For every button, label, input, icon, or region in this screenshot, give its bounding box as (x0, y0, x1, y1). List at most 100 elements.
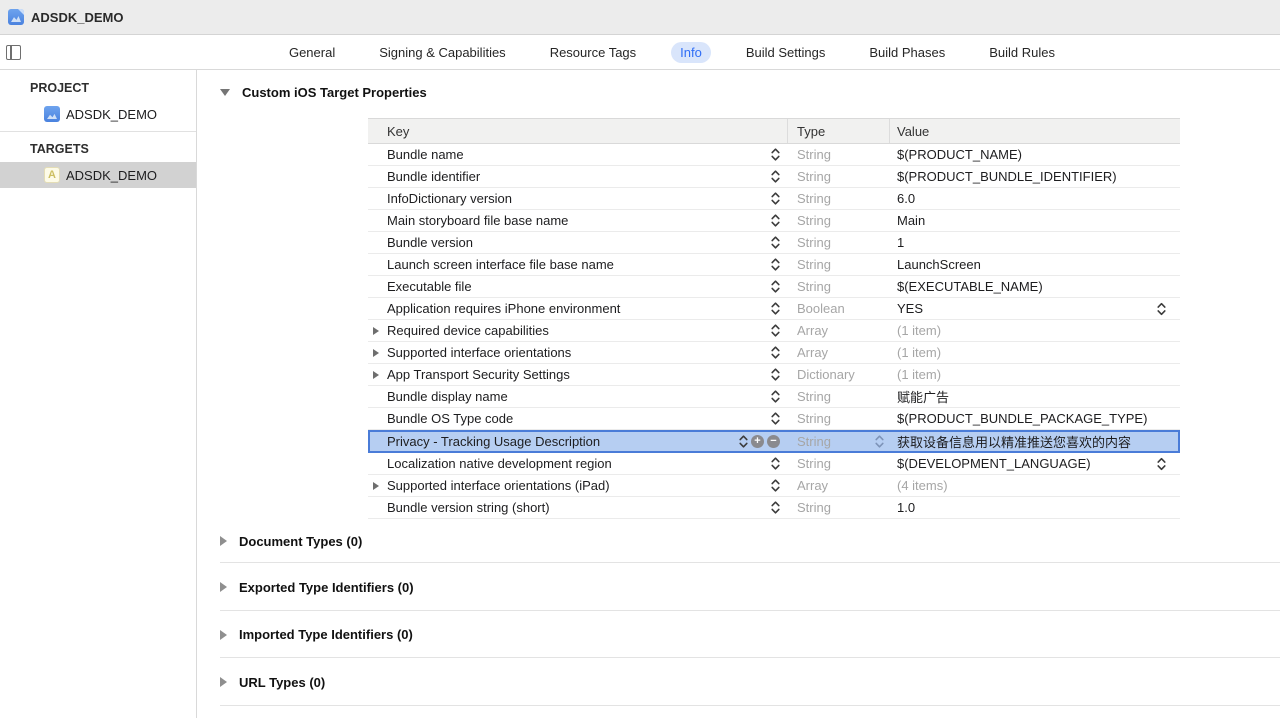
type-cell[interactable]: String (788, 408, 890, 429)
value-cell[interactable]: Main (890, 210, 1180, 231)
disclosure-triangle-collapsed-icon[interactable] (220, 582, 227, 592)
plist-row[interactable]: App Transport Security Settings + − Dict… (368, 364, 1180, 386)
column-header-value[interactable]: Value (890, 119, 1180, 143)
type-cell[interactable]: String (788, 276, 890, 297)
key-stepper-icon[interactable] (771, 280, 780, 293)
section-imported-type-identifiers-0-[interactable]: Imported Type Identifiers (0) (197, 611, 1280, 658)
plist-row[interactable]: InfoDictionary version + − String 6.0 (368, 188, 1180, 210)
key-cell[interactable]: Privacy - Tracking Usage Description + − (370, 432, 788, 451)
key-cell[interactable]: InfoDictionary version + − (368, 188, 788, 209)
key-stepper-icon[interactable] (771, 390, 780, 403)
section-document-types-0-[interactable]: Document Types (0) (197, 519, 1280, 563)
key-cell[interactable]: Bundle version + − (368, 232, 788, 253)
type-cell[interactable]: String (788, 144, 890, 165)
key-stepper-icon[interactable] (771, 457, 780, 470)
column-header-type[interactable]: Type (788, 119, 890, 143)
sidebar-toggle-icon[interactable] (6, 45, 21, 60)
tab-resource-tags[interactable]: Resource Tags (541, 42, 645, 63)
plist-row[interactable]: Supported interface orientations (iPad) … (368, 475, 1180, 497)
disclosure-triangle-collapsed-icon[interactable] (373, 371, 379, 379)
value-cell[interactable]: 赋能广告 (890, 386, 1180, 407)
value-cell[interactable]: (1 item) (890, 320, 1180, 341)
tab-general[interactable]: General (280, 42, 344, 63)
type-cell[interactable]: String (788, 210, 890, 231)
plist-row[interactable]: Bundle display name + − String 赋能广告 (368, 386, 1180, 408)
value-cell[interactable]: $(EXECUTABLE_NAME) (890, 276, 1180, 297)
section-custom-ios-target-properties[interactable]: Custom iOS Target Properties (220, 85, 427, 100)
key-cell[interactable]: Application requires iPhone environment … (368, 298, 788, 319)
plist-row[interactable]: Launch screen interface file base name +… (368, 254, 1180, 276)
type-cell[interactable]: Array (788, 342, 890, 363)
plist-row[interactable]: Bundle version string (short) + − String… (368, 497, 1180, 519)
tab-build-rules[interactable]: Build Rules (980, 42, 1064, 63)
key-cell[interactable]: Bundle display name + − (368, 386, 788, 407)
value-cell[interactable]: (1 item) (890, 364, 1180, 385)
type-cell[interactable]: String (788, 166, 890, 187)
value-cell[interactable]: $(PRODUCT_BUNDLE_PACKAGE_TYPE) (890, 408, 1180, 429)
value-cell[interactable]: (4 items) (890, 475, 1180, 496)
type-cell[interactable]: String (788, 386, 890, 407)
tab-info[interactable]: Info (671, 42, 711, 63)
type-cell[interactable]: String (788, 453, 890, 474)
value-cell[interactable]: 1.0 (890, 497, 1180, 518)
type-cell[interactable]: String (788, 254, 890, 275)
key-cell[interactable]: Executable file + − (368, 276, 788, 297)
value-dropdown-chevron-icon[interactable] (1157, 457, 1166, 470)
key-cell[interactable]: Bundle name + − (368, 144, 788, 165)
key-stepper-icon[interactable] (771, 192, 780, 205)
section-exported-type-identifiers-0-[interactable]: Exported Type Identifiers (0) (197, 563, 1280, 611)
type-cell[interactable]: String (788, 432, 890, 451)
plist-row[interactable]: Main storyboard file base name + − Strin… (368, 210, 1180, 232)
disclosure-triangle-collapsed-icon[interactable] (373, 482, 379, 490)
key-cell[interactable]: Required device capabilities + − (368, 320, 788, 341)
value-cell[interactable]: LaunchScreen (890, 254, 1180, 275)
type-cell[interactable]: String (788, 188, 890, 209)
key-cell[interactable]: Localization native development region +… (368, 453, 788, 474)
type-cell[interactable]: Array (788, 320, 890, 341)
plist-row[interactable]: Localization native development region +… (368, 453, 1180, 475)
key-cell[interactable]: App Transport Security Settings + − (368, 364, 788, 385)
key-stepper-icon[interactable] (771, 258, 780, 271)
plist-row[interactable]: Executable file + − String $(EXECUTABLE_… (368, 276, 1180, 298)
value-cell[interactable]: 6.0 (890, 188, 1180, 209)
type-cell[interactable]: Dictionary (788, 364, 890, 385)
key-stepper-icon[interactable] (771, 368, 780, 381)
key-cell[interactable]: Bundle identifier + − (368, 166, 788, 187)
plist-row[interactable]: Bundle name + − String $(PRODUCT_NAME) (368, 144, 1180, 166)
value-cell[interactable]: $(PRODUCT_BUNDLE_IDENTIFIER) (890, 166, 1180, 187)
key-stepper-icon[interactable] (771, 148, 780, 161)
disclosure-triangle-collapsed-icon[interactable] (220, 536, 227, 546)
sidebar-item-target[interactable]: ADSDK_DEMO (0, 162, 196, 188)
key-cell[interactable]: Bundle version string (short) + − (368, 497, 788, 518)
column-header-key[interactable]: Key (368, 119, 788, 143)
key-stepper-icon[interactable] (771, 324, 780, 337)
key-cell[interactable]: Main storyboard file base name + − (368, 210, 788, 231)
value-cell[interactable]: (1 item) (890, 342, 1180, 363)
key-cell[interactable]: Supported interface orientations + − (368, 342, 788, 363)
disclosure-triangle-collapsed-icon[interactable] (220, 630, 227, 640)
disclosure-triangle-collapsed-icon[interactable] (373, 349, 379, 357)
key-stepper-icon[interactable] (771, 412, 780, 425)
type-dropdown-chevron-icon[interactable] (875, 435, 884, 448)
key-stepper-icon[interactable] (771, 346, 780, 359)
section-url-types-0-[interactable]: URL Types (0) (197, 658, 1280, 706)
plist-row[interactable]: Bundle version + − String 1 (368, 232, 1180, 254)
plist-row[interactable]: Bundle identifier + − String $(PRODUCT_B… (368, 166, 1180, 188)
value-cell[interactable]: $(PRODUCT_NAME) (890, 144, 1180, 165)
key-cell[interactable]: Supported interface orientations (iPad) … (368, 475, 788, 496)
type-cell[interactable]: String (788, 232, 890, 253)
value-cell[interactable]: 获取设备信息用以精准推送您喜欢的内容 (890, 432, 1178, 451)
key-stepper-icon[interactable] (771, 479, 780, 492)
plist-row[interactable]: Privacy - Tracking Usage Description + −… (368, 430, 1180, 453)
key-cell[interactable]: Launch screen interface file base name +… (368, 254, 788, 275)
tab-signing-capabilities[interactable]: Signing & Capabilities (370, 42, 514, 63)
disclosure-triangle-collapsed-icon[interactable] (220, 677, 227, 687)
value-cell[interactable]: $(DEVELOPMENT_LANGUAGE) (890, 453, 1180, 474)
remove-row-button[interactable]: − (767, 435, 780, 448)
key-stepper-icon[interactable] (771, 302, 780, 315)
tab-build-settings[interactable]: Build Settings (737, 42, 835, 63)
key-stepper-icon[interactable] (739, 435, 748, 448)
sidebar-item-project[interactable]: ADSDK_DEMO (0, 101, 196, 127)
plist-row[interactable]: Supported interface orientations + − Arr… (368, 342, 1180, 364)
type-cell[interactable]: Boolean (788, 298, 890, 319)
